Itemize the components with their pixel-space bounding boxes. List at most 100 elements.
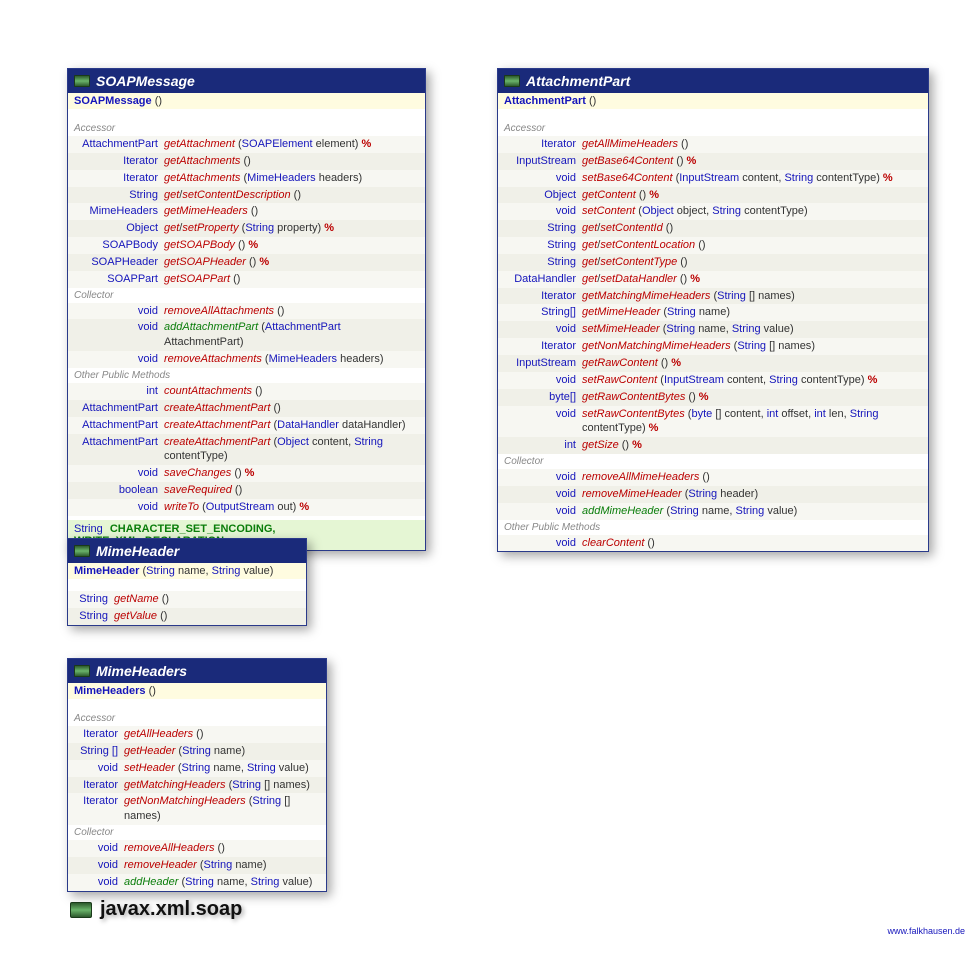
- other-list: intcountAttachments ()AttachmentPartcrea…: [68, 383, 425, 516]
- method-row: Stringget/setContentId (): [498, 220, 928, 237]
- method-row: voidremoveHeader (String name): [68, 857, 326, 874]
- method-row: voidsetRawContent (InputStream content, …: [498, 372, 928, 389]
- method-row: InputStreamgetBase64Content ()%: [498, 153, 928, 170]
- section-collector: Collector: [68, 825, 326, 840]
- constructor-name: MimeHeaders: [74, 685, 146, 697]
- method-row: IteratorgetAllHeaders (): [68, 726, 326, 743]
- method-row: IteratorgetNonMatchingHeaders (String []…: [68, 793, 326, 825]
- method-row: voidsetHeader (String name, String value…: [68, 760, 326, 777]
- method-row: InputStreamgetRawContent ()%: [498, 355, 928, 372]
- method-row: IteratorgetMatchingHeaders (String [] na…: [68, 777, 326, 794]
- method-row: voidsaveChanges ()%: [68, 465, 425, 482]
- method-row: voidremoveAllAttachments (): [68, 303, 425, 320]
- accessor-list: AttachmentPartgetAttachment (SOAPElement…: [68, 136, 425, 288]
- method-row: intcountAttachments (): [68, 383, 425, 400]
- class-title: MimeHeader: [96, 543, 179, 559]
- class-box-attachmentpart: AttachmentPart AttachmentPart () Accesso…: [497, 68, 929, 552]
- accessor-list: IteratorgetAllMimeHeaders ()InputStreamg…: [498, 136, 928, 454]
- constants-type: String: [74, 523, 107, 535]
- method-row: String[]getMimeHeader (String name): [498, 304, 928, 321]
- method-row: MimeHeadersgetMimeHeaders (): [68, 203, 425, 220]
- method-row: IteratorgetMatchingMimeHeaders (String […: [498, 288, 928, 305]
- constructor-name: SOAPMessage: [74, 95, 152, 107]
- class-box-soapmessage: SOAPMessage SOAPMessage () Accessor Atta…: [67, 68, 426, 551]
- class-header: MimeHeaders: [68, 659, 326, 683]
- method-row: IteratorgetAttachments (MimeHeaders head…: [68, 170, 425, 187]
- constructor-row: MimeHeaders (): [68, 683, 326, 699]
- package-name: javax.xml.soap: [100, 898, 242, 921]
- class-title: MimeHeaders: [96, 663, 187, 679]
- method-row: AttachmentPartcreateAttachmentPart (Data…: [68, 417, 425, 434]
- method-row: voidremoveAttachments (MimeHeaders heade…: [68, 351, 425, 368]
- method-row: SOAPBodygetSOAPBody ()%: [68, 237, 425, 254]
- method-row: voidaddMimeHeader (String name, String v…: [498, 503, 928, 520]
- method-row: intgetSize ()%: [498, 437, 928, 454]
- method-row: SOAPHeadergetSOAPHeader ()%: [68, 254, 425, 271]
- method-row: Stringget/setContentType (): [498, 254, 928, 271]
- method-row: Stringget/setContentDescription (): [68, 187, 425, 204]
- method-row: voidremoveAllMimeHeaders (): [498, 469, 928, 486]
- method-row: voidsetBase64Content (InputStream conten…: [498, 170, 928, 187]
- method-row: DataHandlerget/setDataHandler ()%: [498, 271, 928, 288]
- class-icon: [504, 75, 520, 87]
- method-row: voidaddHeader (String name, String value…: [68, 874, 326, 891]
- method-row: voidremoveAllHeaders (): [68, 840, 326, 857]
- method-row: voidaddAttachmentPart (AttachmentPart At…: [68, 319, 425, 351]
- class-header: MimeHeader: [68, 539, 306, 563]
- constructor-row: AttachmentPart (): [498, 93, 928, 109]
- other-list: voidclearContent (): [498, 535, 928, 552]
- package-label: javax.xml.soap: [70, 898, 242, 921]
- class-header: AttachmentPart: [498, 69, 928, 93]
- class-header: SOAPMessage: [68, 69, 425, 93]
- section-other: Other Public Methods: [68, 368, 425, 383]
- collector-list: voidremoveAllHeaders ()voidremoveHeader …: [68, 840, 326, 891]
- class-box-mimeheaders: MimeHeaders MimeHeaders () Accessor Iter…: [67, 658, 327, 892]
- method-row: IteratorgetAttachments (): [68, 153, 425, 170]
- method-row: IteratorgetAllMimeHeaders (): [498, 136, 928, 153]
- method-row: voidsetContent (Object object, String co…: [498, 203, 928, 220]
- accessor-list: IteratorgetAllHeaders ()String []getHead…: [68, 726, 326, 825]
- section-accessor: Accessor: [68, 711, 326, 726]
- section-collector: Collector: [498, 454, 928, 469]
- section-accessor: Accessor: [68, 121, 425, 136]
- method-row: AttachmentPartcreateAttachmentPart (Obje…: [68, 434, 425, 466]
- method-row: ObjectgetContent ()%: [498, 187, 928, 204]
- package-icon: [70, 902, 92, 918]
- method-row: Objectget/setProperty (String property)%: [68, 220, 425, 237]
- method-row: byte[]getRawContentBytes ()%: [498, 389, 928, 406]
- section-other: Other Public Methods: [498, 520, 928, 535]
- constructor-row: MimeHeader (String name, String value): [68, 563, 306, 579]
- class-body: AttachmentPart () Accessor IteratorgetAl…: [498, 93, 928, 551]
- constructor-name: AttachmentPart: [504, 95, 586, 107]
- method-row: StringgetName (): [68, 591, 306, 608]
- method-row: voidsetRawContentBytes (byte [] content,…: [498, 406, 928, 438]
- method-row: voidremoveMimeHeader (String header): [498, 486, 928, 503]
- class-body: MimeHeaders () Accessor IteratorgetAllHe…: [68, 683, 326, 891]
- collector-list: voidremoveAllAttachments ()voidaddAttach…: [68, 303, 425, 368]
- method-row: AttachmentPartgetAttachment (SOAPElement…: [68, 136, 425, 153]
- constructor-row: SOAPMessage (): [68, 93, 425, 109]
- class-icon: [74, 75, 90, 87]
- method-row: voidwriteTo (OutputStream out)%: [68, 499, 425, 516]
- method-row: Stringget/setContentLocation (): [498, 237, 928, 254]
- method-row: voidclearContent (): [498, 535, 928, 552]
- class-body: SOAPMessage () Accessor AttachmentPartge…: [68, 93, 425, 550]
- method-row: AttachmentPartcreateAttachmentPart (): [68, 400, 425, 417]
- method-row: StringgetValue (): [68, 608, 306, 625]
- method-list: StringgetName ()StringgetValue (): [68, 591, 306, 625]
- collector-list: voidremoveAllMimeHeaders ()voidremoveMim…: [498, 469, 928, 520]
- method-row: voidsetMimeHeader (String name, String v…: [498, 321, 928, 338]
- method-row: String []getHeader (String name): [68, 743, 326, 760]
- class-body: MimeHeader (String name, String value) S…: [68, 563, 306, 625]
- class-icon: [74, 665, 90, 677]
- class-title: SOAPMessage: [96, 73, 195, 89]
- section-collector: Collector: [68, 288, 425, 303]
- class-box-mimeheader: MimeHeader MimeHeader (String name, Stri…: [67, 538, 307, 626]
- section-accessor: Accessor: [498, 121, 928, 136]
- class-icon: [74, 545, 90, 557]
- method-row: booleansaveRequired (): [68, 482, 425, 499]
- method-row: SOAPPartgetSOAPPart (): [68, 271, 425, 288]
- class-title: AttachmentPart: [526, 73, 630, 89]
- method-row: IteratorgetNonMatchingMimeHeaders (Strin…: [498, 338, 928, 355]
- credit-link[interactable]: www.falkhausen.de: [887, 926, 965, 936]
